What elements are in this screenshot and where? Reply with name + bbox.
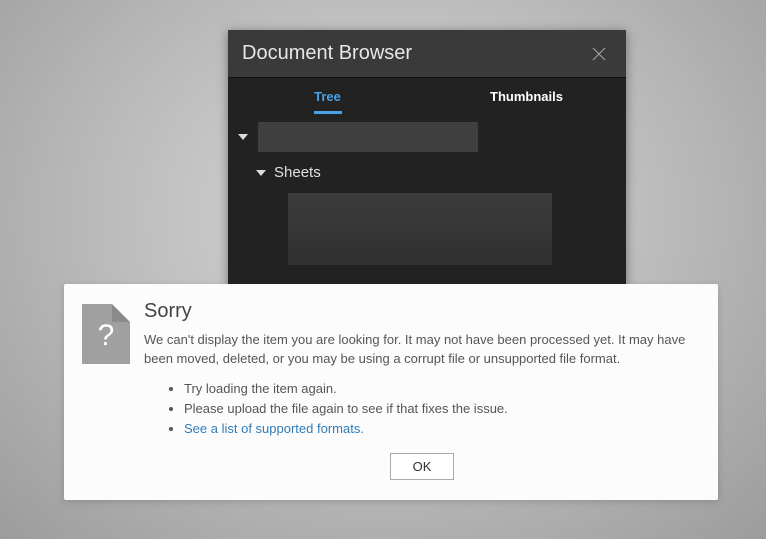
document-browser-tabs: Tree Thumbnails <box>228 78 626 116</box>
tree-root-row[interactable] <box>238 122 616 152</box>
question-mark-icon: ? <box>98 319 115 353</box>
tree-sheets-row[interactable]: Sheets <box>256 164 616 181</box>
tree-root-item[interactable] <box>258 122 478 152</box>
close-icon <box>590 45 608 63</box>
error-suggestion: Try loading the item again. <box>184 379 700 399</box>
error-suggestion: Please upload the file again to see if t… <box>184 399 700 419</box>
close-button[interactable] <box>586 41 612 67</box>
error-title: Sorry <box>144 300 700 323</box>
error-suggestions: Try loading the item again. Please uploa… <box>184 379 700 439</box>
error-content: Sorry We can't display the item you are … <box>144 300 700 480</box>
document-browser-panel: Document Browser Tree Thumbnails Sheets <box>228 30 626 306</box>
error-dialog: ? Sorry We can't display the item you ar… <box>64 284 718 500</box>
tab-thumbnails[interactable]: Thumbnails <box>427 78 626 116</box>
tree-body: Sheets <box>228 116 626 306</box>
file-unknown-icon: ? <box>82 304 130 364</box>
supported-formats-link[interactable]: See a list of supported formats. <box>184 421 364 436</box>
caret-down-icon[interactable] <box>256 170 266 176</box>
caret-down-icon[interactable] <box>238 134 248 140</box>
error-message: We can't display the item you are lookin… <box>144 331 700 369</box>
sheets-label: Sheets <box>274 164 321 181</box>
tree-sheet-thumbnail[interactable] <box>288 193 552 265</box>
tab-tree[interactable]: Tree <box>228 78 427 116</box>
ok-button[interactable]: OK <box>390 453 455 480</box>
error-actions: OK <box>144 453 700 480</box>
document-browser-header: Document Browser <box>228 30 626 78</box>
document-browser-title: Document Browser <box>242 42 412 65</box>
error-suggestion-link-item: See a list of supported formats. <box>184 419 700 439</box>
